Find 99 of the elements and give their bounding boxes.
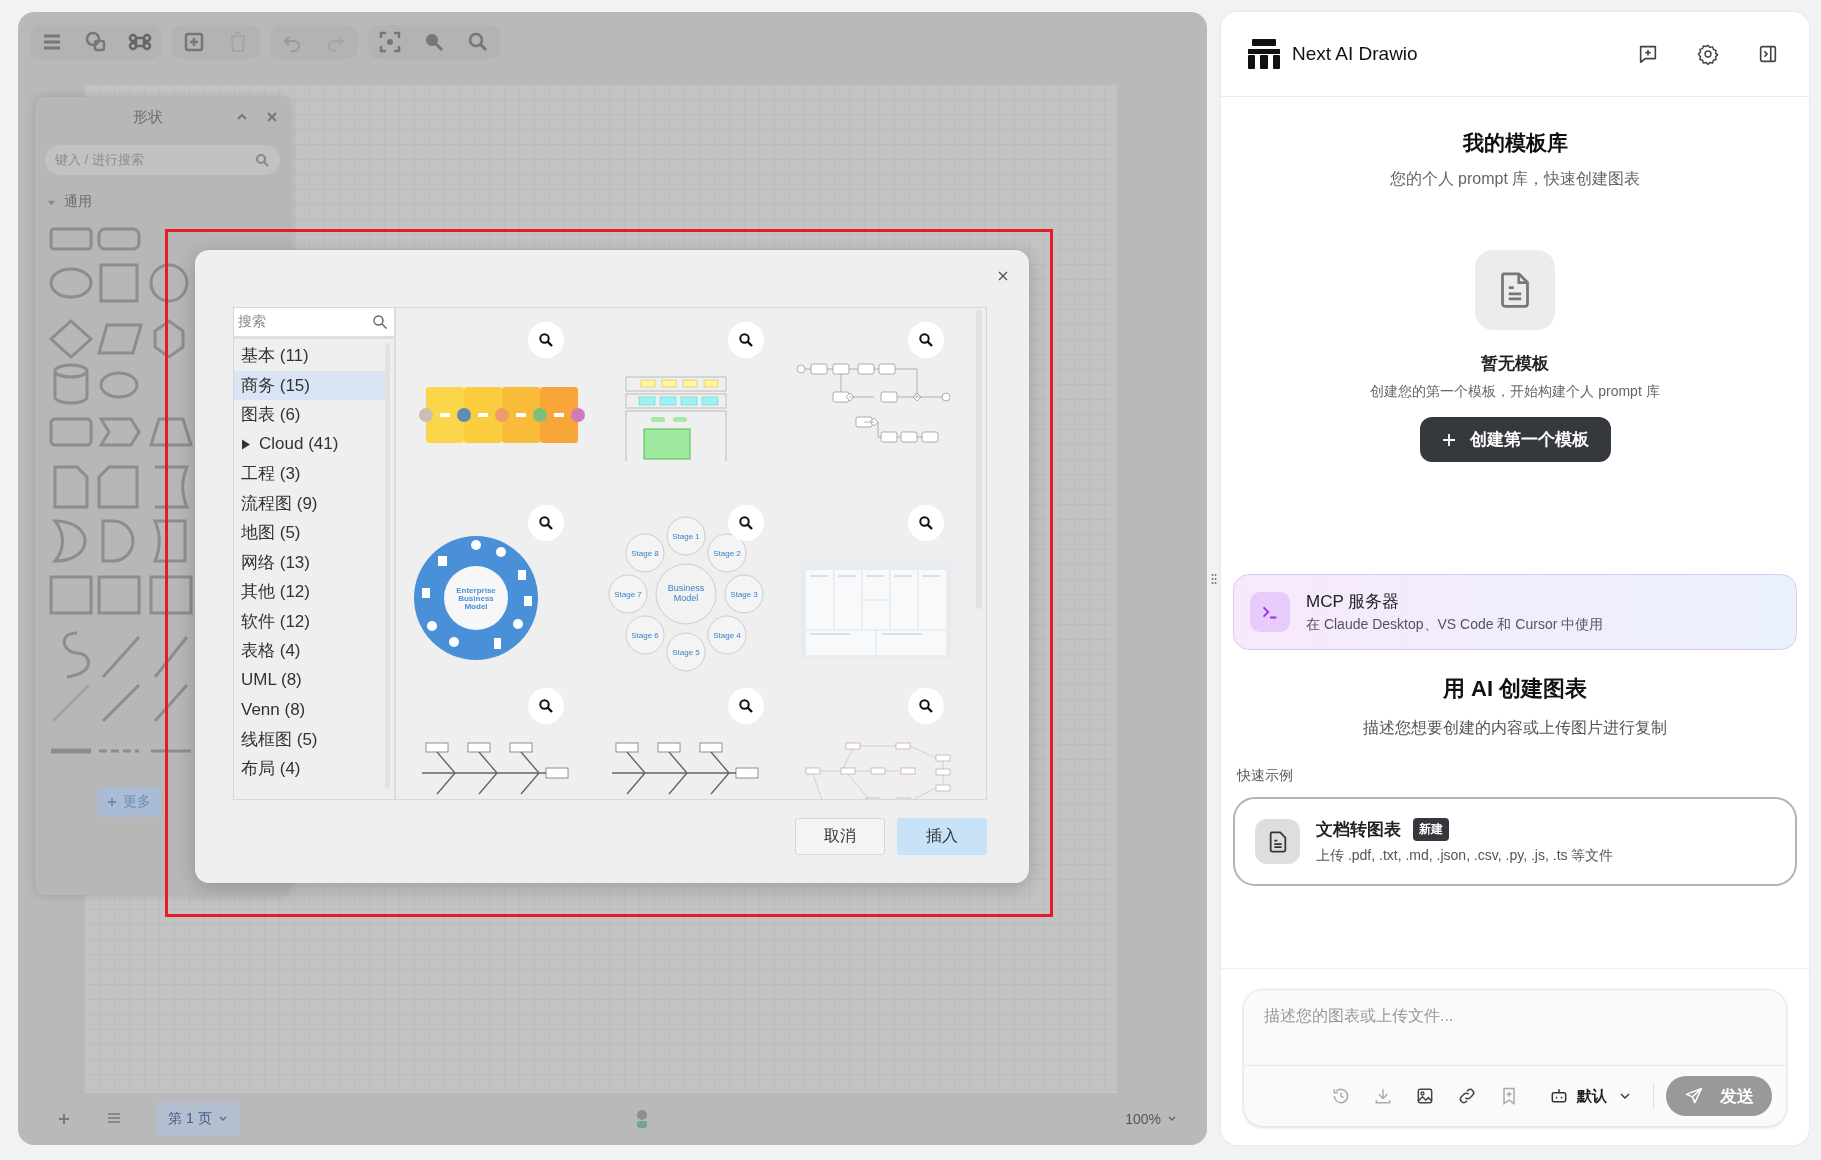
panel-title: 形状 <box>131 107 164 127</box>
add-box-icon[interactable] <box>182 30 206 54</box>
example-card[interactable]: 文档转图表 新建 上传 .pdf, .txt, .md, .json, .csv, .py, .js, .ts 等文件 <box>1233 797 1797 887</box>
new-chat-icon[interactable] <box>1637 43 1659 65</box>
empty-description: 创建您的第一个模板，开始构建个人 prompt 库 <box>1369 382 1661 401</box>
app-title: Next AI Drawio <box>1292 43 1418 65</box>
preview-button[interactable] <box>528 322 564 358</box>
search-icon <box>372 314 388 330</box>
preview-button[interactable] <box>528 505 564 541</box>
plus-icon <box>1441 432 1456 447</box>
category-item[interactable]: Cloud (41) <box>234 429 385 459</box>
resize-handle-icon[interactable] <box>1211 572 1217 585</box>
stage-circle <box>666 516 706 556</box>
card-title: MCP 服务器 <box>1306 591 1401 614</box>
stage-label: Stage 1 <box>672 532 700 541</box>
mcp-card[interactable]: MCP 服务器 在 Claude Desktop、VS Code 和 Cursor 中使用 <box>1233 574 1797 651</box>
category-item[interactable]: 商务 (15) <box>234 370 385 400</box>
search-field[interactable]: 搜索 <box>234 308 394 339</box>
magnifier-icon <box>738 698 754 714</box>
robot-icon <box>1549 1086 1569 1106</box>
magnifier-icon <box>538 515 554 531</box>
category-item[interactable]: 基本 (11) <box>234 341 385 371</box>
preview-button[interactable] <box>908 505 944 541</box>
category-item[interactable]: Venn (8) <box>234 695 385 725</box>
search-icon <box>254 152 270 168</box>
template-thumbnail[interactable]: Stage 1 Stage 8 Stage 2 Stage 7 Business Model Stage 3 Stage 6 Stage 4 Stage 5 <box>586 516 786 672</box>
section-subtitle: 描述您想要创建的内容或上传图片进行复制 <box>1363 718 1667 739</box>
history-icon[interactable] <box>1331 1086 1351 1106</box>
zoom-out-icon[interactable] <box>466 30 490 54</box>
image-icon[interactable] <box>1415 1086 1435 1106</box>
send-icon <box>1684 1086 1704 1106</box>
category-item[interactable]: 软件 (12) <box>234 606 385 636</box>
plus-icon <box>107 797 117 807</box>
magnifier-icon <box>738 332 754 348</box>
document-icon <box>1500 271 1530 309</box>
category-item[interactable]: 流程图 (9) <box>234 488 385 518</box>
create-template-button[interactable]: 创建第一个模板 <box>1419 417 1611 463</box>
category-item[interactable]: 线框图 (5) <box>234 724 385 754</box>
fit-icon[interactable] <box>378 30 402 54</box>
add-page-icon[interactable] <box>56 1111 72 1127</box>
preview-button[interactable] <box>908 322 944 358</box>
category-item[interactable]: 图表 (6) <box>234 400 385 430</box>
magnifier-icon <box>918 698 934 714</box>
preview-button[interactable] <box>908 688 944 724</box>
preview-button[interactable] <box>528 688 564 724</box>
magnifier-icon <box>738 515 754 531</box>
stage-label: Stage 4 <box>713 631 741 640</box>
panel-toggle-icon[interactable] <box>1757 43 1779 65</box>
preview-button[interactable] <box>728 322 764 358</box>
close-icon[interactable] <box>997 270 1009 282</box>
category-item[interactable]: 布局 (4) <box>234 754 385 784</box>
preview-button[interactable] <box>728 688 764 724</box>
category-item[interactable]: 表格 (4) <box>234 636 385 666</box>
category-item[interactable]: 地图 (5) <box>234 518 385 548</box>
magnifier-icon <box>538 698 554 714</box>
diagram-label: Enterprise Business Model <box>456 586 496 611</box>
diagram-label: Business Model <box>667 583 705 603</box>
center-circle <box>655 563 717 625</box>
category-item[interactable]: UML (8) <box>234 665 385 695</box>
stage-label: Stage 5 <box>672 648 700 657</box>
stage-label: Stage 8 <box>631 549 659 558</box>
settings-icon[interactable] <box>1697 43 1719 65</box>
stage-label: Stage 3 <box>730 590 758 599</box>
stage-circle <box>666 632 706 672</box>
document-icon <box>1268 830 1287 853</box>
cancel-button[interactable]: 取消 <box>795 818 885 855</box>
stage-label: Stage 6 <box>631 631 659 640</box>
category-item[interactable]: 其他 (12) <box>234 577 385 607</box>
insert-button[interactable]: 插入 <box>897 818 987 855</box>
example-title: 文档转图表 <box>1316 819 1401 842</box>
page-tab[interactable]: 第 1 页 <box>156 1102 240 1136</box>
magnifier-icon <box>918 332 934 348</box>
zoom-level[interactable]: 100% <box>1125 1111 1177 1127</box>
section-subtitle: 您的个人 prompt 库，快速创建图表 <box>1389 169 1641 189</box>
logo-icon <box>1248 39 1280 69</box>
example-description: 上传 .pdf, .txt, .md, .json, .csv, .py, .js, .ts 等文件 <box>1316 847 1614 866</box>
stage-circle <box>724 574 764 614</box>
stage-label: Stage 2 <box>713 549 741 558</box>
empty-title: 暂无模板 <box>1481 353 1549 375</box>
magnifier-icon <box>538 332 554 348</box>
stage-circle <box>707 533 747 573</box>
card-subtitle: 在 Claude Desktop、VS Code 和 Cursor 中使用 <box>1306 616 1604 635</box>
stage-circle <box>625 615 665 655</box>
link-icon[interactable] <box>1457 1086 1477 1106</box>
examples-label: 快速示例 <box>1237 767 1293 786</box>
magnifier-icon <box>918 515 934 531</box>
category-item[interactable]: 网络 (13) <box>234 547 385 577</box>
stage-circle <box>625 533 665 573</box>
category-item[interactable]: 工程 (3) <box>234 459 385 489</box>
stage-circle <box>608 574 648 614</box>
section-title: 用 AI 创建图表 <box>1442 675 1588 704</box>
new-badge: 新建 <box>1413 818 1449 842</box>
preview-button[interactable] <box>728 505 764 541</box>
stage-label: Stage 7 <box>614 590 642 599</box>
shapes-icon[interactable] <box>84 30 108 54</box>
model-selector[interactable]: 默认 <box>1549 1086 1631 1106</box>
download-icon[interactable] <box>1373 1086 1393 1106</box>
stage-circle <box>707 615 747 655</box>
section-title: 我的模板库 <box>1462 130 1568 156</box>
